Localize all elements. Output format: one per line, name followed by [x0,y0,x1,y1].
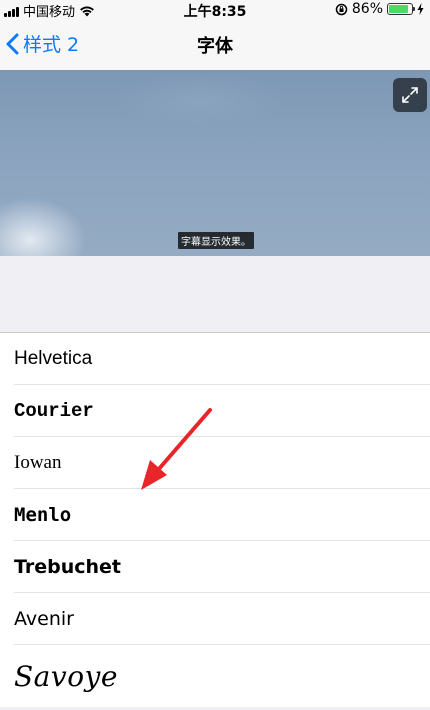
charging-icon [417,3,424,15]
page-title: 字体 [197,36,233,57]
font-row-savoye[interactable]: Savoye [0,645,430,707]
font-row-helvetica[interactable]: Helvetica [0,333,430,385]
font-label: Trebuchet [14,556,122,578]
font-row-trebuchet[interactable]: Trebuchet [0,541,430,593]
status-bar: 中国移动 上午8:35 86% [0,0,430,20]
font-label: Iowan [14,452,62,473]
font-label: Courier [14,400,94,422]
preview-caption: 字幕显示效果。 [178,232,254,249]
font-row-avenir[interactable]: Avenir [0,593,430,645]
expand-button[interactable] [393,78,427,112]
font-label: Savoye [14,659,118,693]
font-label: Helvetica [14,348,93,369]
section-gap [0,256,430,333]
rotation-lock-icon [335,3,348,15]
navigation-bar: 样式 2 字体 [0,20,430,70]
font-row-menlo[interactable]: Menlo [0,489,430,541]
font-row-iowan[interactable]: Iowan [0,437,430,489]
battery-fill [389,5,408,13]
font-label: Menlo [14,504,72,526]
subtitle-preview: 字幕显示效果。 [0,70,430,256]
font-label: Avenir [14,608,74,630]
battery-icon [387,3,415,15]
font-list: Helvetica Courier Iowan Menlo Trebuchet … [0,333,430,707]
font-row-courier[interactable]: Courier [0,385,430,437]
status-right: 86% [335,1,424,17]
battery-percent: 86% [351,1,383,17]
expand-icon [402,87,418,103]
